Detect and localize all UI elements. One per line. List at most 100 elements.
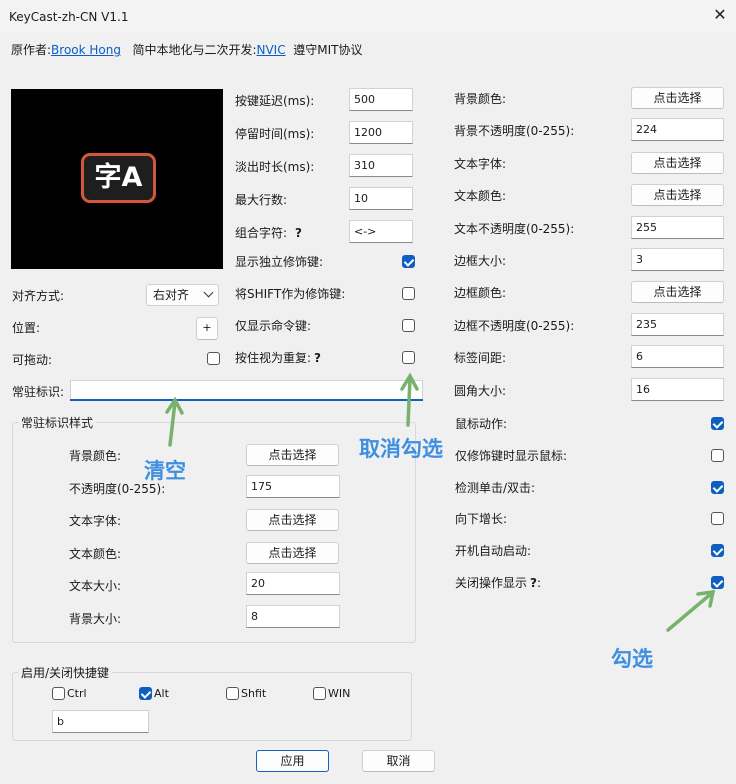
preview-badge: 字A [81, 153, 156, 203]
middle-input[interactable]: 10 [349, 187, 413, 210]
right-check-label: 检测单击/双击: [455, 480, 535, 496]
pinned-style-pick-button[interactable]: 点击选择 [246, 444, 339, 466]
hotkey-option-label: Shfit [241, 687, 267, 700]
pinned-label: 常驻标识: [12, 385, 65, 399]
hotkey-option-label: Ctrl [67, 687, 87, 700]
right-input[interactable]: 3 [631, 248, 724, 271]
right-check-label-text: 仅修饰键时显示鼠标: [455, 448, 568, 463]
middle-check-label-text: 将SHIFT作为修饰键: [235, 287, 346, 301]
middle-checkbox[interactable] [402, 351, 415, 364]
license-text: 遵守MIT协议 [293, 43, 363, 57]
right-check-label-text: 开机自动启动: [455, 544, 532, 559]
middle-input-label-text: 停留时间(ms): [235, 127, 315, 141]
align-select-value: 右对齐 [153, 288, 190, 302]
annotation-check: 勾选 [611, 647, 653, 671]
right-check-label: 鼠标动作: [455, 416, 507, 432]
middle-check-label-text: 仅显示命令键: [235, 319, 312, 333]
pinned-style-label: 背景颜色: [69, 449, 122, 463]
middle-input-label: 停留时间(ms): [235, 126, 314, 142]
right-checkbox[interactable] [711, 576, 724, 589]
right-checkbox[interactable] [711, 417, 724, 430]
position-button[interactable]: + [196, 317, 218, 340]
hotkey-option-label: WIN [328, 687, 351, 700]
middle-input-label: 组合字符:? [235, 225, 302, 241]
middle-checkbox[interactable] [402, 287, 415, 300]
help-icon[interactable]: ? [295, 226, 302, 240]
hotkey-checkbox[interactable] [139, 687, 152, 700]
right-label: 边框大小: [454, 254, 507, 268]
right-input[interactable]: 224 [631, 118, 724, 142]
clear-arrow-head [165, 396, 184, 415]
right-input[interactable]: 16 [631, 377, 724, 401]
middle-input[interactable]: 500 [349, 88, 413, 111]
right-label: 文本字体: [454, 156, 507, 171]
hotkey-checkbox[interactable] [52, 687, 65, 700]
pinned-style-input[interactable]: 8 [246, 604, 340, 628]
middle-input[interactable]: 310 [349, 154, 413, 177]
hotkey-group-title: 启用/关闭快捷键 [18, 665, 113, 681]
localizer-link[interactable]: NVIC [256, 43, 285, 57]
pinned-style-input[interactable]: 175 [246, 474, 340, 498]
right-input[interactable]: 255 [631, 215, 724, 239]
right-checkbox[interactable] [711, 448, 724, 462]
right-label: 背景颜色: [454, 92, 507, 106]
pinned-style-group-title: 常驻标识样式 [18, 415, 97, 431]
middle-check-label: 将SHIFT作为修饰键: [235, 286, 345, 302]
middle-checkbox[interactable] [402, 255, 415, 268]
pinned-style-label: 文本大小: [69, 579, 122, 593]
right-pick-button[interactable]: 点击选择 [631, 184, 724, 207]
cancel-button[interactable]: 取消 [362, 750, 435, 772]
right-label: 文本颜色: [454, 189, 507, 204]
middle-input[interactable]: 1200 [349, 121, 413, 144]
middle-input-label-text: 淡出时长(ms): [235, 160, 315, 174]
help-icon[interactable]: ? [314, 351, 321, 365]
right-pick-button[interactable]: 点击选择 [631, 151, 724, 174]
right-check-label-text: 关闭操作显示 [455, 576, 528, 590]
close-icon[interactable]: ✕ [711, 5, 729, 25]
pinned-style-pick-button[interactable]: 点击选择 [246, 541, 339, 564]
check-arrow-shaft [666, 591, 714, 632]
annotation-clear: 清空 [144, 459, 186, 483]
middle-check-label-text: 显示独立修饰键: [235, 255, 324, 269]
right-check-label-text: 向下增长: [455, 512, 508, 527]
right-label: 圆角大小: [454, 383, 507, 398]
middle-input-label: 最大行数: [235, 192, 287, 208]
help-icon[interactable]: ? [530, 576, 537, 590]
middle-input-label-text: 按键延迟(ms): [235, 94, 315, 108]
pinned-style-label: 文本颜色: [69, 546, 122, 561]
draggable-checkbox[interactable] [207, 352, 220, 365]
middle-check-label: 按住视为重复:? [235, 350, 321, 366]
hotkey-option-label: Alt [154, 687, 169, 700]
right-check-label-suffix: : [536, 576, 542, 590]
apply-button[interactable]: 应用 [256, 750, 329, 772]
right-pick-button[interactable]: 点击选择 [631, 281, 724, 304]
right-label: 边框不透明度(0-255): [454, 318, 575, 333]
right-check-label-text: 检测单击/双击: [455, 480, 536, 495]
right-input[interactable]: 235 [631, 312, 724, 336]
right-label: 标签间距: [454, 351, 507, 366]
right-checkbox[interactable] [711, 544, 724, 558]
hotkey-key-input[interactable]: b [52, 710, 149, 733]
right-label: 边框颜色: [454, 286, 507, 301]
middle-input-label-text: 最大行数: [235, 193, 288, 207]
author-link[interactable]: Brook Hong [51, 43, 121, 57]
pinned-style-label: 背景大小: [69, 611, 122, 626]
align-select[interactable]: 右对齐 [146, 284, 219, 306]
pinned-input[interactable] [70, 380, 423, 401]
right-checkbox[interactable] [711, 512, 724, 526]
pinned-style-pick-button[interactable]: 点击选择 [246, 509, 339, 531]
hotkey-checkbox[interactable] [226, 687, 239, 700]
author-prefix: 原作者: [11, 43, 52, 57]
right-check-label: 开机自动启动: [455, 543, 531, 559]
pinned-style-input[interactable]: 20 [246, 572, 340, 595]
right-pick-button[interactable]: 点击选择 [631, 87, 724, 109]
chevron-down-icon [203, 287, 214, 298]
preview-area: 字A [11, 89, 223, 269]
right-input[interactable]: 6 [631, 345, 724, 369]
middle-input[interactable]: <-> [349, 220, 413, 243]
middle-checkbox[interactable] [402, 319, 415, 332]
right-label: 文本不透明度(0-255): [454, 221, 575, 236]
right-checkbox[interactable] [711, 480, 724, 494]
hotkey-checkbox[interactable] [313, 687, 326, 700]
middle-check-label-text: 按住视为重复: [235, 351, 312, 365]
